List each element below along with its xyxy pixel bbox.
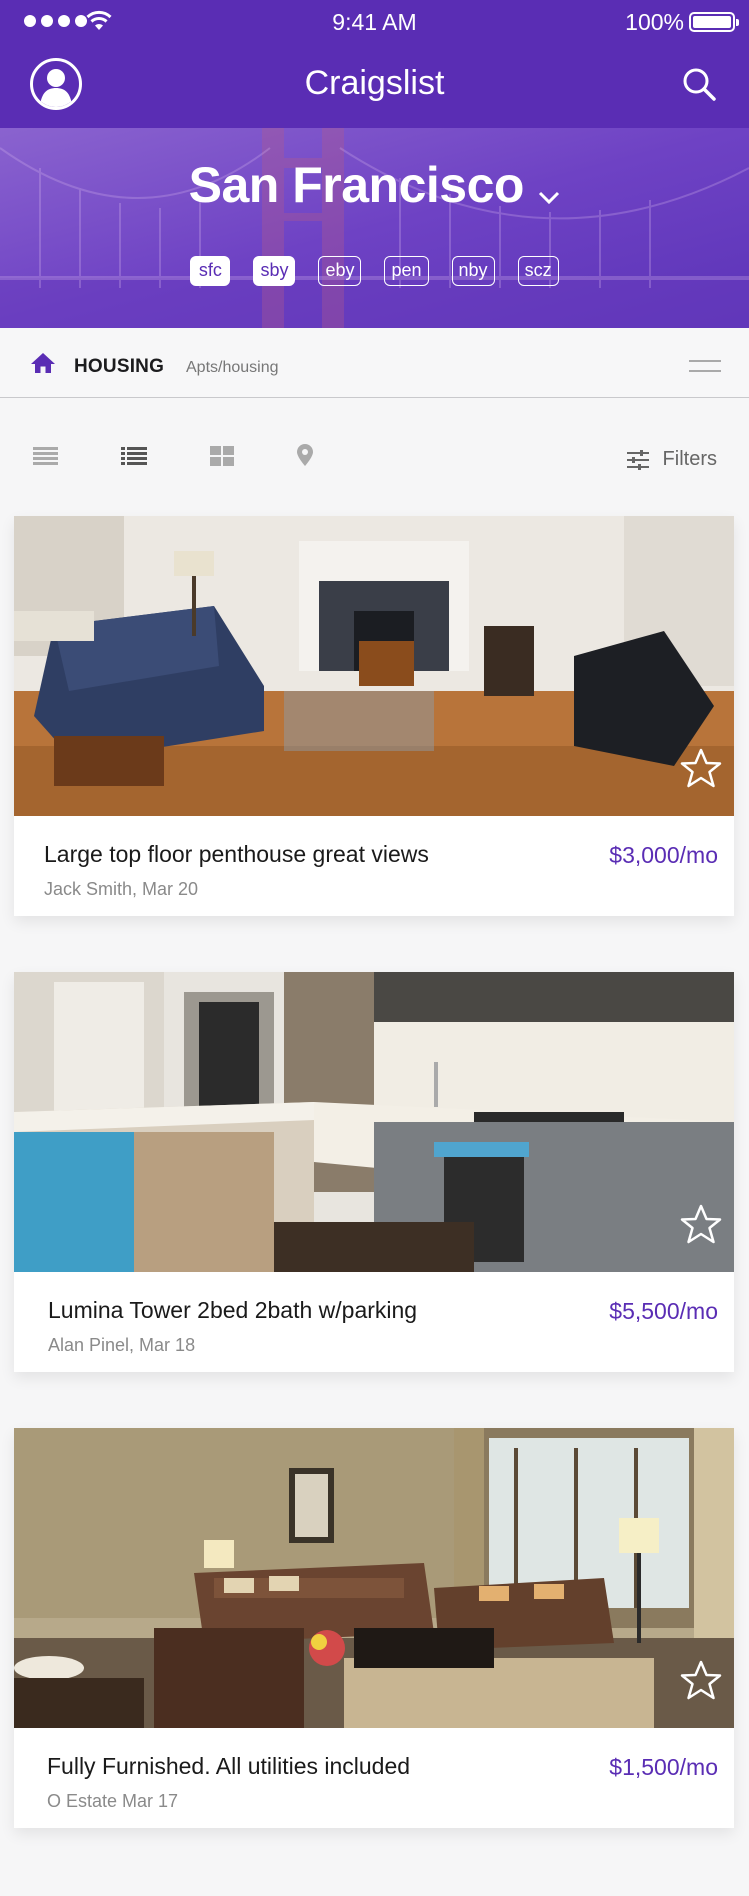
status-bar: 9:41 AM 100% [0, 0, 749, 44]
listing-meta: O Estate Mar 17 [47, 1791, 179, 1811]
compact-list-view-icon[interactable] [33, 446, 58, 466]
listing-title[interactable]: Lumina Tower 2bed 2bath w/parking [48, 1297, 417, 1324]
kitchen-photo [14, 972, 734, 1272]
listing-price: $5,500/mo [609, 1298, 718, 1324]
listing-meta: Jack Smith, Mar 20 [44, 879, 199, 899]
grid-view-icon[interactable] [210, 446, 234, 466]
listing-photo [14, 1428, 734, 1728]
listing-card[interactable]: Large top floor penthouse great views Ja… [14, 516, 734, 916]
favorite-star-icon[interactable] [680, 748, 722, 788]
sliders-icon [626, 449, 649, 470]
city-hero: San Francisco sfc sby eby pen nby scz [0, 128, 749, 328]
region-chip-nby[interactable]: nby [451, 256, 495, 286]
listing-title[interactable]: Large top floor penthouse great views [44, 841, 429, 868]
subcategory-name[interactable]: Apts/housing [186, 359, 279, 377]
search-icon[interactable] [681, 66, 717, 102]
list-view-icon[interactable] [121, 446, 147, 466]
living-room-photo [14, 516, 734, 816]
filters-label: Filters [662, 448, 717, 470]
favorite-star-icon[interactable] [680, 1660, 722, 1700]
listing-title[interactable]: Fully Furnished. All utilities included [47, 1753, 410, 1780]
listing-card[interactable]: Lumina Tower 2bed 2bath w/parking Alan P… [14, 972, 734, 1372]
region-chip-sby[interactable]: sby [253, 256, 296, 286]
listing-price: $3,000/mo [609, 842, 718, 868]
region-chip-scz[interactable]: scz [517, 256, 559, 286]
listing-photo [14, 516, 734, 816]
home-icon[interactable] [30, 352, 56, 374]
nav-bar: Craigslist [0, 44, 749, 128]
battery-icon [689, 12, 739, 32]
map-pin-icon[interactable] [297, 444, 313, 466]
region-chip-eby[interactable]: eby [318, 256, 362, 286]
listing-card[interactable]: Fully Furnished. All utilities included … [14, 1428, 734, 1828]
region-chips: sfc sby eby pen nby scz [0, 256, 749, 286]
chevron-down-icon [539, 191, 560, 204]
region-chip-sfc[interactable]: sfc [190, 256, 231, 286]
view-toolbar: Filters [0, 398, 749, 518]
listing-photo [14, 972, 734, 1272]
category-bar: HOUSING Apts/housing [0, 328, 749, 398]
city-name: San Francisco [188, 157, 525, 213]
menu-icon[interactable] [689, 360, 721, 380]
furnished-room-photo [14, 1428, 734, 1728]
app-title: Craigslist [304, 64, 445, 102]
listing-meta: Alan Pinel, Mar 18 [48, 1335, 196, 1355]
favorite-star-icon[interactable] [680, 1204, 722, 1244]
listing-price: $1,500/mo [609, 1754, 718, 1780]
city-selector[interactable]: San Francisco [0, 156, 749, 214]
battery-percent: 100% [625, 9, 684, 35]
category-name[interactable]: HOUSING [74, 356, 164, 378]
top-bar: 9:41 AM 100% Craigslist [0, 0, 749, 128]
app-screen: 9:41 AM 100% Craigslist San Francisco sf… [0, 0, 749, 1896]
region-chip-pen[interactable]: pen [384, 256, 429, 286]
filters-button[interactable]: Filters [626, 448, 717, 471]
